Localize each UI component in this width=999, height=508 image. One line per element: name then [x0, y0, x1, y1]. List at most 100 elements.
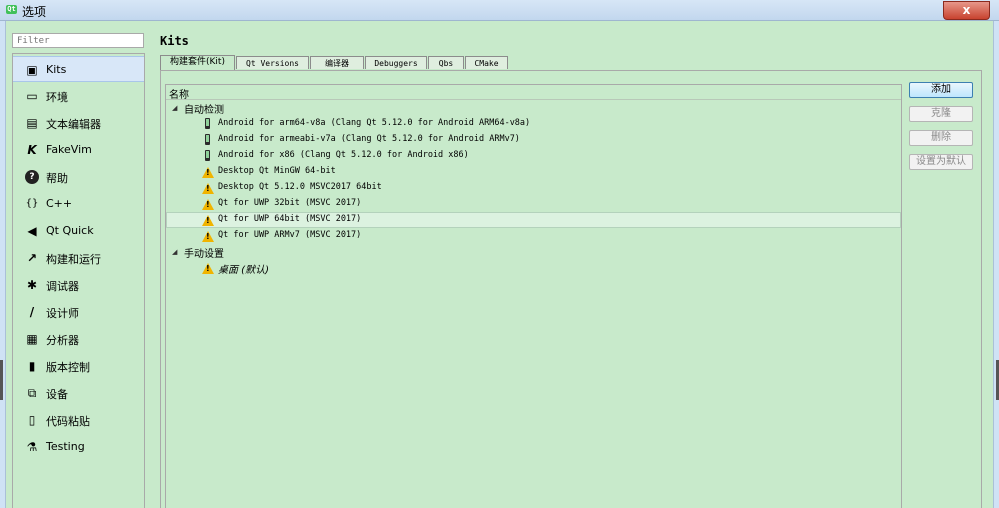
sidebar-item-label: 环境 [46, 91, 68, 104]
sidebar-item-label: Qt Quick [46, 224, 94, 237]
sidebar-item-code-pasting[interactable]: ▯ 代码粘贴 [13, 407, 144, 433]
sidebar-item-label: 设计师 [46, 307, 79, 320]
tab-debuggers[interactable]: Debuggers [365, 56, 427, 69]
sidebar-item-version-control[interactable]: ▮ 版本控制 [13, 353, 144, 379]
sidebar-item-help[interactable]: ? 帮助 [13, 164, 144, 190]
tab-qt-versions[interactable]: Qt Versions [236, 56, 309, 69]
qt-quick-icon: ◀ [27, 224, 37, 238]
kit-label: Desktop Qt MinGW 64-bit [218, 166, 336, 176]
remove-button[interactable]: 删除 [909, 130, 973, 146]
flask-icon: ⚗ [26, 440, 38, 454]
title-bar: Qt 选项 x [0, 0, 999, 21]
kit-label: Android for arm64-v8a (Clang Qt 5.12.0 f… [218, 118, 531, 128]
help-icon: ? [25, 170, 39, 184]
sidebar-item-label: Kits [46, 63, 67, 76]
sidebar-item-label: 代码粘贴 [46, 415, 90, 428]
group-label: 自动检测 [184, 105, 224, 116]
left-edge-marker [0, 360, 3, 400]
sidebar-item-label: C++ [46, 197, 73, 210]
kit-label: Qt for UWP 64bit (MSVC 2017) [218, 214, 362, 224]
kit-row[interactable]: Android for arm64-v8a (Clang Qt 5.12.0 f… [166, 116, 901, 132]
expand-arrow-icon[interactable]: ◢ [172, 248, 177, 256]
make-default-button[interactable]: 设置为默认 [909, 154, 973, 170]
text-editor-icon: ▤ [26, 116, 38, 130]
filter-input[interactable] [12, 33, 144, 48]
warning-icon [202, 166, 214, 178]
kit-row[interactable]: Qt for UWP ARMv7 (MSVC 2017) [166, 228, 901, 244]
sidebar-item-cpp[interactable]: {} C++ [13, 191, 144, 217]
sidebar-item-debugger[interactable]: ✱ 调试器 [13, 272, 144, 298]
sidebar-item-qt-quick[interactable]: ◀ Qt Quick [13, 218, 144, 244]
kit-row[interactable]: Qt for UWP 32bit (MSVC 2017) [166, 196, 901, 212]
kits-icon: ▣ [26, 63, 38, 77]
clone-button[interactable]: 克隆 [909, 106, 973, 122]
window-frame-right [993, 21, 999, 508]
kit-row-default[interactable]: 桌面 (默认) [166, 260, 901, 276]
pencil-icon: / [29, 305, 35, 319]
version-control-icon: ▮ [28, 359, 36, 373]
sidebar-item-text-editor[interactable]: ▤ 文本编辑器 [13, 110, 144, 136]
sidebar-item-label: 版本控制 [46, 361, 90, 374]
warning-icon [202, 214, 214, 226]
kits-tree: 名称 ◢ 自动检测 Android for arm64-v8a (Clang Q… [165, 84, 902, 508]
sidebar-item-label: 调试器 [46, 280, 79, 293]
window-title: 选项 [22, 5, 47, 19]
qt-creator-logo-icon: Qt [6, 5, 17, 14]
sidebar-item-designer[interactable]: / 设计师 [13, 299, 144, 325]
window-frame-left [0, 21, 6, 508]
bug-icon: ✱ [26, 278, 38, 292]
android-device-icon [202, 118, 214, 130]
monitor-icon: ▭ [26, 89, 38, 103]
kit-row[interactable]: Desktop Qt 5.12.0 MSVC2017 64bit [166, 180, 901, 196]
sidebar-item-fakevim[interactable]: K FakeVim [13, 137, 144, 163]
sidebar-item-label: 帮助 [46, 172, 68, 185]
kit-row[interactable]: Android for armeabi-v7a (Clang Qt 5.12.0… [166, 132, 901, 148]
fakevim-icon: K [27, 143, 37, 157]
android-device-icon [202, 150, 214, 162]
kit-label: Android for x86 (Clang Qt 5.12.0 for And… [218, 150, 469, 160]
warning-icon [202, 262, 214, 274]
kit-label: Desktop Qt 5.12.0 MSVC2017 64bit [218, 182, 382, 192]
devices-icon: ⧉ [27, 386, 37, 400]
group-label: 手动设置 [184, 249, 224, 260]
group-row-manual[interactable]: ◢ 手动设置 [166, 244, 901, 260]
add-button[interactable]: 添加 [909, 82, 973, 98]
tab-kits[interactable]: 构建套件(Kit) [160, 55, 235, 70]
sidebar-item-label: FakeVim [46, 143, 92, 156]
sidebar-item-build-and-run[interactable]: ↗ 构建和运行 [13, 245, 144, 271]
sidebar-item-kits[interactable]: ▣ Kits [13, 56, 144, 82]
warning-icon [202, 230, 214, 242]
options-category-list: ▣ Kits ▭ 环境 ▤ 文本编辑器 K FakeVim ? 帮助 {} C+… [12, 53, 145, 508]
tree-header: 名称 [166, 85, 901, 101]
sidebar-item-devices[interactable]: ⧉ 设备 [13, 380, 144, 406]
tab-compilers[interactable]: 编译器 [310, 56, 364, 69]
close-button[interactable]: x [943, 1, 990, 20]
kit-label: 桌面 (默认) [218, 265, 269, 276]
sidebar-item-label: 构建和运行 [46, 253, 101, 266]
kit-label: Qt for UWP 32bit (MSVC 2017) [218, 198, 362, 208]
sidebar-item-label: 设备 [46, 388, 68, 401]
warning-icon [202, 198, 214, 210]
column-header-name: 名称 [169, 90, 189, 101]
kit-label: Qt for UWP ARMv7 (MSVC 2017) [218, 230, 362, 240]
tab-cmake[interactable]: CMake [465, 56, 508, 69]
tab-qbs[interactable]: Qbs [428, 56, 464, 69]
expand-arrow-icon[interactable]: ◢ [172, 104, 177, 112]
sidebar-item-label: 文本编辑器 [46, 118, 101, 131]
page-title: Kits [160, 34, 189, 48]
braces-icon: {} [25, 198, 39, 209]
code-paste-icon: ▯ [28, 413, 36, 427]
sidebar-item-analyzer[interactable]: ▦ 分析器 [13, 326, 144, 352]
kit-label: Android for armeabi-v7a (Clang Qt 5.12.0… [218, 134, 520, 144]
kit-row-highlighted[interactable]: Qt for UWP 64bit (MSVC 2017) [166, 212, 901, 228]
sidebar-item-testing[interactable]: ⚗ Testing [13, 434, 144, 460]
analyzer-icon: ▦ [26, 332, 38, 346]
sidebar-item-label: Testing [46, 440, 85, 453]
kit-row[interactable]: Android for x86 (Clang Qt 5.12.0 for And… [166, 148, 901, 164]
sidebar-item-label: 分析器 [46, 334, 79, 347]
warning-icon [202, 182, 214, 194]
group-row-auto-detected[interactable]: ◢ 自动检测 [166, 100, 901, 116]
kit-row[interactable]: Desktop Qt MinGW 64-bit [166, 164, 901, 180]
android-device-icon [202, 134, 214, 146]
sidebar-item-environment[interactable]: ▭ 环境 [13, 83, 144, 109]
